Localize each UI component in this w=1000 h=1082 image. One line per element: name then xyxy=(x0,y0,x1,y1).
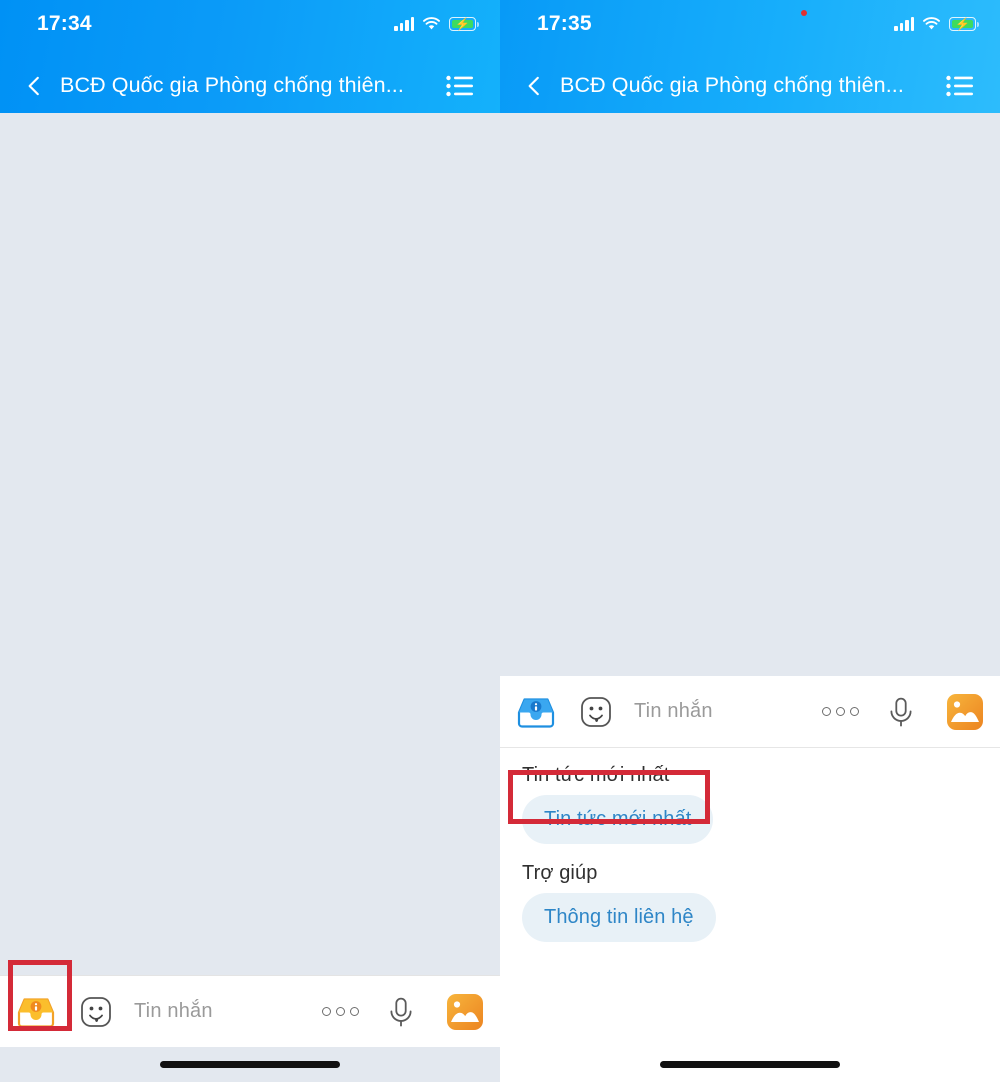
chip-tin-tuc-moi-nhat[interactable]: Tin tức mới nhất xyxy=(522,795,714,844)
three-dots-icon[interactable] xyxy=(808,676,872,748)
home-indicator-left xyxy=(160,1061,340,1068)
microphone-icon[interactable] xyxy=(872,676,930,748)
menu-section-title-help: Trợ giúp xyxy=(522,862,598,884)
status-bar-left: 17:34 ⚡ xyxy=(0,0,500,48)
message-input-bar-right: Tin nhắn xyxy=(500,676,1000,748)
message-input-placeholder[interactable]: Tin nhắn xyxy=(120,1000,308,1023)
chip-row-help: Thông tin liên hệ xyxy=(500,893,1000,960)
inbox-menu-icon[interactable] xyxy=(500,676,572,748)
conversation-title: BCĐ Quốc gia Phòng chống thiên... xyxy=(60,73,404,97)
three-dots-icon[interactable] xyxy=(308,976,372,1048)
quick-menu-list: Tin tức mới nhất Tin tức mới nhất Trợ gi… xyxy=(500,748,1000,960)
battery-charging-icon: ⚡ xyxy=(449,17,479,31)
screen-before: 17:34 ⚡ BCĐ Quốc gia Phòng chống thiên..… xyxy=(0,0,500,1082)
status-clock: 17:35 xyxy=(537,12,592,35)
chip-thong-tin-lien-he[interactable]: Thông tin liên hệ xyxy=(522,893,716,942)
chat-message-area-left xyxy=(0,113,500,1082)
list-menu-icon[interactable] xyxy=(442,68,478,104)
home-indicator-right xyxy=(660,1061,840,1068)
battery-charging-icon: ⚡ xyxy=(949,17,979,31)
back-button[interactable] xyxy=(14,66,54,106)
cellular-bars-icon xyxy=(894,17,914,31)
menu-section-title-news: Tin tức mới nhất xyxy=(522,764,670,786)
status-clock: 17:34 xyxy=(37,12,92,35)
navbar-right: BCĐ Quốc gia Phòng chống thiên... xyxy=(500,58,1000,113)
back-button[interactable] xyxy=(514,66,554,106)
chip-row-news: Tin tức mới nhất xyxy=(500,795,1000,862)
dual-screenshot-comparison: 17:34 ⚡ BCĐ Quốc gia Phòng chống thiên..… xyxy=(0,0,1000,1082)
header-left: 17:34 ⚡ BCĐ Quốc gia Phòng chống thiên..… xyxy=(0,0,500,113)
microphone-icon[interactable] xyxy=(372,976,430,1048)
quick-menu-sheet: Tin nhắn Tin tức mới nhất Tin tức mới nh… xyxy=(500,676,1000,1082)
photo-gallery-icon[interactable] xyxy=(430,976,500,1048)
smiley-tongue-icon[interactable] xyxy=(572,676,620,748)
header-right: 17:35 ⚡ BCĐ Quốc gia Phòng chống thiên..… xyxy=(500,0,1000,113)
smiley-tongue-icon[interactable] xyxy=(72,976,120,1048)
cellular-bars-icon xyxy=(394,17,414,31)
wifi-icon xyxy=(422,17,441,31)
status-bar-right: 17:35 ⚡ xyxy=(500,0,1000,48)
inbox-menu-icon[interactable] xyxy=(0,976,72,1048)
wifi-icon xyxy=(922,17,941,31)
screen-after: 17:35 ⚡ BCĐ Quốc gia Phòng chống thiên..… xyxy=(500,0,1000,1082)
status-icons: ⚡ xyxy=(894,17,979,31)
list-menu-icon[interactable] xyxy=(942,68,978,104)
notification-red-dot xyxy=(801,10,807,16)
status-icons: ⚡ xyxy=(394,17,479,31)
photo-gallery-icon[interactable] xyxy=(930,676,1000,748)
conversation-title: BCĐ Quốc gia Phòng chống thiên... xyxy=(560,73,904,97)
message-input-bar-left: Tin nhắn xyxy=(0,975,500,1047)
navbar-left: BCĐ Quốc gia Phòng chống thiên... xyxy=(0,58,500,113)
message-input-placeholder[interactable]: Tin nhắn xyxy=(620,700,808,723)
